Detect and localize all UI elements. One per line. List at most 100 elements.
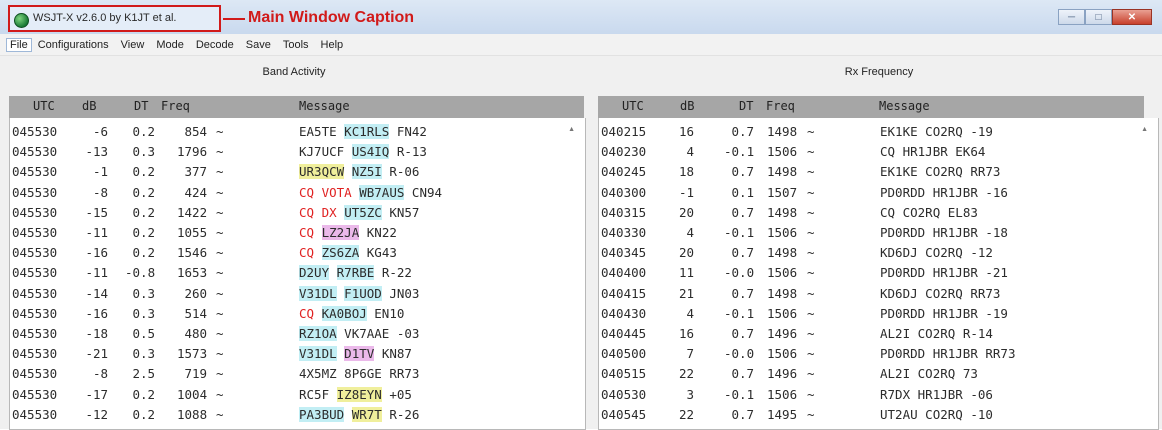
maximize-button[interactable]: □ xyxy=(1085,9,1112,25)
decode-row[interactable]: 040530 3 -0.1 1506 ~ R7DX HR1JBR -06 xyxy=(599,385,1158,404)
message-token: KD6DJ xyxy=(880,285,918,301)
row-dt: 0.2 xyxy=(132,225,156,240)
decode-row[interactable]: 040430 4 -0.1 1506 ~ PD0RDD HR1JBR -19 xyxy=(599,304,1158,323)
row-message: KJ7UCF US4IQ R-13 xyxy=(299,144,427,160)
message-token: EL83 xyxy=(947,204,978,220)
decode-row[interactable]: 040445 16 0.7 1496 ~ AL2I CO2RQ R-14 xyxy=(599,324,1158,343)
row-utc: 045530 xyxy=(12,245,58,261)
menu-decode[interactable]: Decode xyxy=(196,39,234,51)
row-freq: 1498 xyxy=(767,124,798,139)
row-message: RC5F IZ8EYN +05 xyxy=(299,386,412,402)
band-activity-list[interactable]: ▲ 045530 -6 0.2 854 ~ EA5TE KC1RLS FN42 045530… xyxy=(9,118,586,430)
decode-row[interactable]: 040545 22 0.7 1495 ~ UT2AU CO2RQ -10 xyxy=(599,405,1158,424)
decode-row[interactable]: 045530 -13 0.3 1796 ~ KJ7UCF US4IQ R-13 xyxy=(10,142,585,161)
menu-save[interactable]: Save xyxy=(246,39,271,51)
message-token: CO2RQ xyxy=(925,406,963,422)
row-db: -16 xyxy=(85,245,109,261)
row-utc: 040400 xyxy=(601,265,647,281)
row-utc: 045530 xyxy=(12,285,58,301)
row-tilde: ~ xyxy=(807,225,815,240)
message-token: CO2RQ xyxy=(902,204,941,220)
pane-splitter[interactable] xyxy=(590,56,596,429)
row-utc: 040545 xyxy=(601,406,647,422)
menu-mode[interactable]: Mode xyxy=(156,39,184,51)
row-message: UT2AU CO2RQ -10 xyxy=(880,407,993,422)
close-button[interactable]: ✕ xyxy=(1112,9,1152,25)
decode-row[interactable]: 040230 4 -0.1 1506 ~ CQ HR1JBR EK64 xyxy=(599,142,1158,161)
decode-row[interactable]: 040400 11 -0.0 1506 ~ PD0RDD HR1JBR -21 xyxy=(599,263,1158,282)
message-token: CO2RQ xyxy=(925,124,963,139)
menu-help[interactable]: Help xyxy=(321,39,344,51)
row-dt: -0.1 xyxy=(724,144,755,160)
decode-row[interactable]: 045530 -16 0.2 1546 ~ CQ ZS6ZA KG43 xyxy=(10,243,585,262)
decode-row[interactable]: 045530 -21 0.3 1573 ~ V31DL D1TV KN87 xyxy=(10,344,585,363)
message-token: KN22 xyxy=(366,225,397,240)
message-token: R-13 xyxy=(396,144,427,160)
row-message: PD0RDD HR1JBR RR73 xyxy=(880,346,1015,361)
row-freq: 1506 xyxy=(767,265,798,281)
row-utc: 040330 xyxy=(601,225,647,240)
decode-row[interactable]: 040300 -1 0.1 1507 ~ PD0RDD HR1JBR -16 xyxy=(599,183,1158,202)
row-message: CQ VOTA WB7AUS CN94 xyxy=(299,184,442,200)
decode-row[interactable]: 045530 -18 0.5 480 ~ RZ1OA VK7AAE -03 xyxy=(10,324,585,343)
row-dt: 0.3 xyxy=(132,285,156,301)
row-dt: 0.2 xyxy=(132,386,156,402)
row-tilde: ~ xyxy=(216,305,224,321)
message-token: UT2AU xyxy=(880,406,918,422)
decode-row[interactable]: 040245 18 0.7 1498 ~ EK1KE CO2RQ RR73 xyxy=(599,162,1158,181)
decode-row[interactable]: 045530 -1 0.2 377 ~ UR3QCW NZ5I R-06 xyxy=(10,162,585,181)
decode-row[interactable]: 040515 22 0.7 1496 ~ AL2I CO2RQ 73 xyxy=(599,364,1158,383)
title-bar[interactable]: WSJT-X v2.6.0 by K1JT et al. Main Window… xyxy=(0,0,1162,35)
row-utc: 045530 xyxy=(12,265,58,281)
row-message: AL2I CO2RQ 73 xyxy=(880,366,978,381)
menu-bar: File Configurations View Mode Decode Sav… xyxy=(0,34,1162,56)
row-freq: 1506 xyxy=(767,346,798,362)
message-token: NZ5I xyxy=(351,164,382,180)
row-freq: 1796 xyxy=(177,144,208,160)
row-freq: 1055 xyxy=(177,225,208,240)
row-db: 4 xyxy=(686,305,695,321)
decode-row[interactable]: 040500 7 -0.0 1506 ~ PD0RDD HR1JBR RR73 xyxy=(599,344,1158,363)
menu-view[interactable]: View xyxy=(121,39,145,51)
row-dt: 0.7 xyxy=(731,406,755,422)
menu-file[interactable]: File xyxy=(6,37,32,52)
row-dt: 0.2 xyxy=(132,184,156,200)
decode-row[interactable]: 040315 20 0.7 1498 ~ CQ CO2RQ EL83 xyxy=(599,203,1158,222)
row-freq: 514 xyxy=(184,305,208,321)
row-db: 3 xyxy=(686,386,695,402)
row-message: CQ HR1JBR EK64 xyxy=(880,144,985,159)
decode-row[interactable]: 040330 4 -0.1 1506 ~ PD0RDD HR1JBR -18 xyxy=(599,223,1158,242)
decode-row[interactable]: 040215 16 0.7 1498 ~ EK1KE CO2RQ -19 xyxy=(599,122,1158,141)
decode-row[interactable]: 045530 -17 0.2 1004 ~ RC5F IZ8EYN +05 xyxy=(10,385,585,404)
row-db: -6 xyxy=(93,124,109,139)
row-freq: 1496 xyxy=(767,366,798,382)
decode-row[interactable]: 045530 -6 0.2 854 ~ EA5TE KC1RLS FN42 xyxy=(10,122,585,141)
minimize-button[interactable]: ─ xyxy=(1058,9,1085,25)
message-token: -10 xyxy=(970,406,993,422)
decode-row[interactable]: 040415 21 0.7 1498 ~ KD6DJ CO2RQ RR73 xyxy=(599,284,1158,303)
row-message: CQ DX UT5ZC KN57 xyxy=(299,204,420,220)
decode-row[interactable]: 045530 -12 0.2 1088 ~ PA3BUD WR7T R-26 xyxy=(10,405,585,424)
decode-row[interactable]: 045530 -14 0.3 260 ~ V31DL F1UOD JN03 xyxy=(10,284,585,303)
decode-row[interactable]: 045530 -8 2.5 719 ~4X5MZ 8P6GE RR73 xyxy=(10,364,585,383)
row-utc: 045530 xyxy=(12,204,58,220)
decode-row[interactable]: 045530 -16 0.3 514 ~ CQ KA0BOJ EN10 xyxy=(10,304,585,323)
message-token: KN87 xyxy=(381,346,412,362)
row-message: V31DL F1UOD JN03 xyxy=(299,285,419,301)
menu-tools[interactable]: Tools xyxy=(283,39,309,51)
header-dt: DT xyxy=(134,99,149,113)
message-token: KN57 xyxy=(389,204,420,220)
decode-row[interactable]: 045530 -11 0.2 1055 ~ CQ LZ2JA KN22 xyxy=(10,223,585,242)
decode-row[interactable]: 045530 -8 0.2 424 ~ CQ VOTA WB7AUS CN94 xyxy=(10,183,585,202)
row-db: 16 xyxy=(679,326,695,341)
menu-configurations[interactable]: Configurations xyxy=(38,39,109,51)
decode-row[interactable]: 045530 -15 0.2 1422 ~ CQ DX UT5ZC KN57 xyxy=(10,203,585,222)
row-dt: 0.7 xyxy=(731,326,755,341)
message-token: RR73 xyxy=(970,285,1001,301)
wsjtx-app-icon xyxy=(14,13,29,28)
rx-frequency-list[interactable]: ▲ 040215 16 0.7 1498 ~ EK1KE CO2RQ -19 040230 4… xyxy=(598,118,1159,430)
decode-row[interactable]: 040345 20 0.7 1498 ~ KD6DJ CO2RQ -12 xyxy=(599,243,1158,262)
decode-row[interactable]: 045530 -11 -0.8 1653 ~ D2UY R7RBE R-22 xyxy=(10,263,585,282)
row-tilde: ~ xyxy=(807,245,815,261)
message-token: R-26 xyxy=(389,406,420,422)
